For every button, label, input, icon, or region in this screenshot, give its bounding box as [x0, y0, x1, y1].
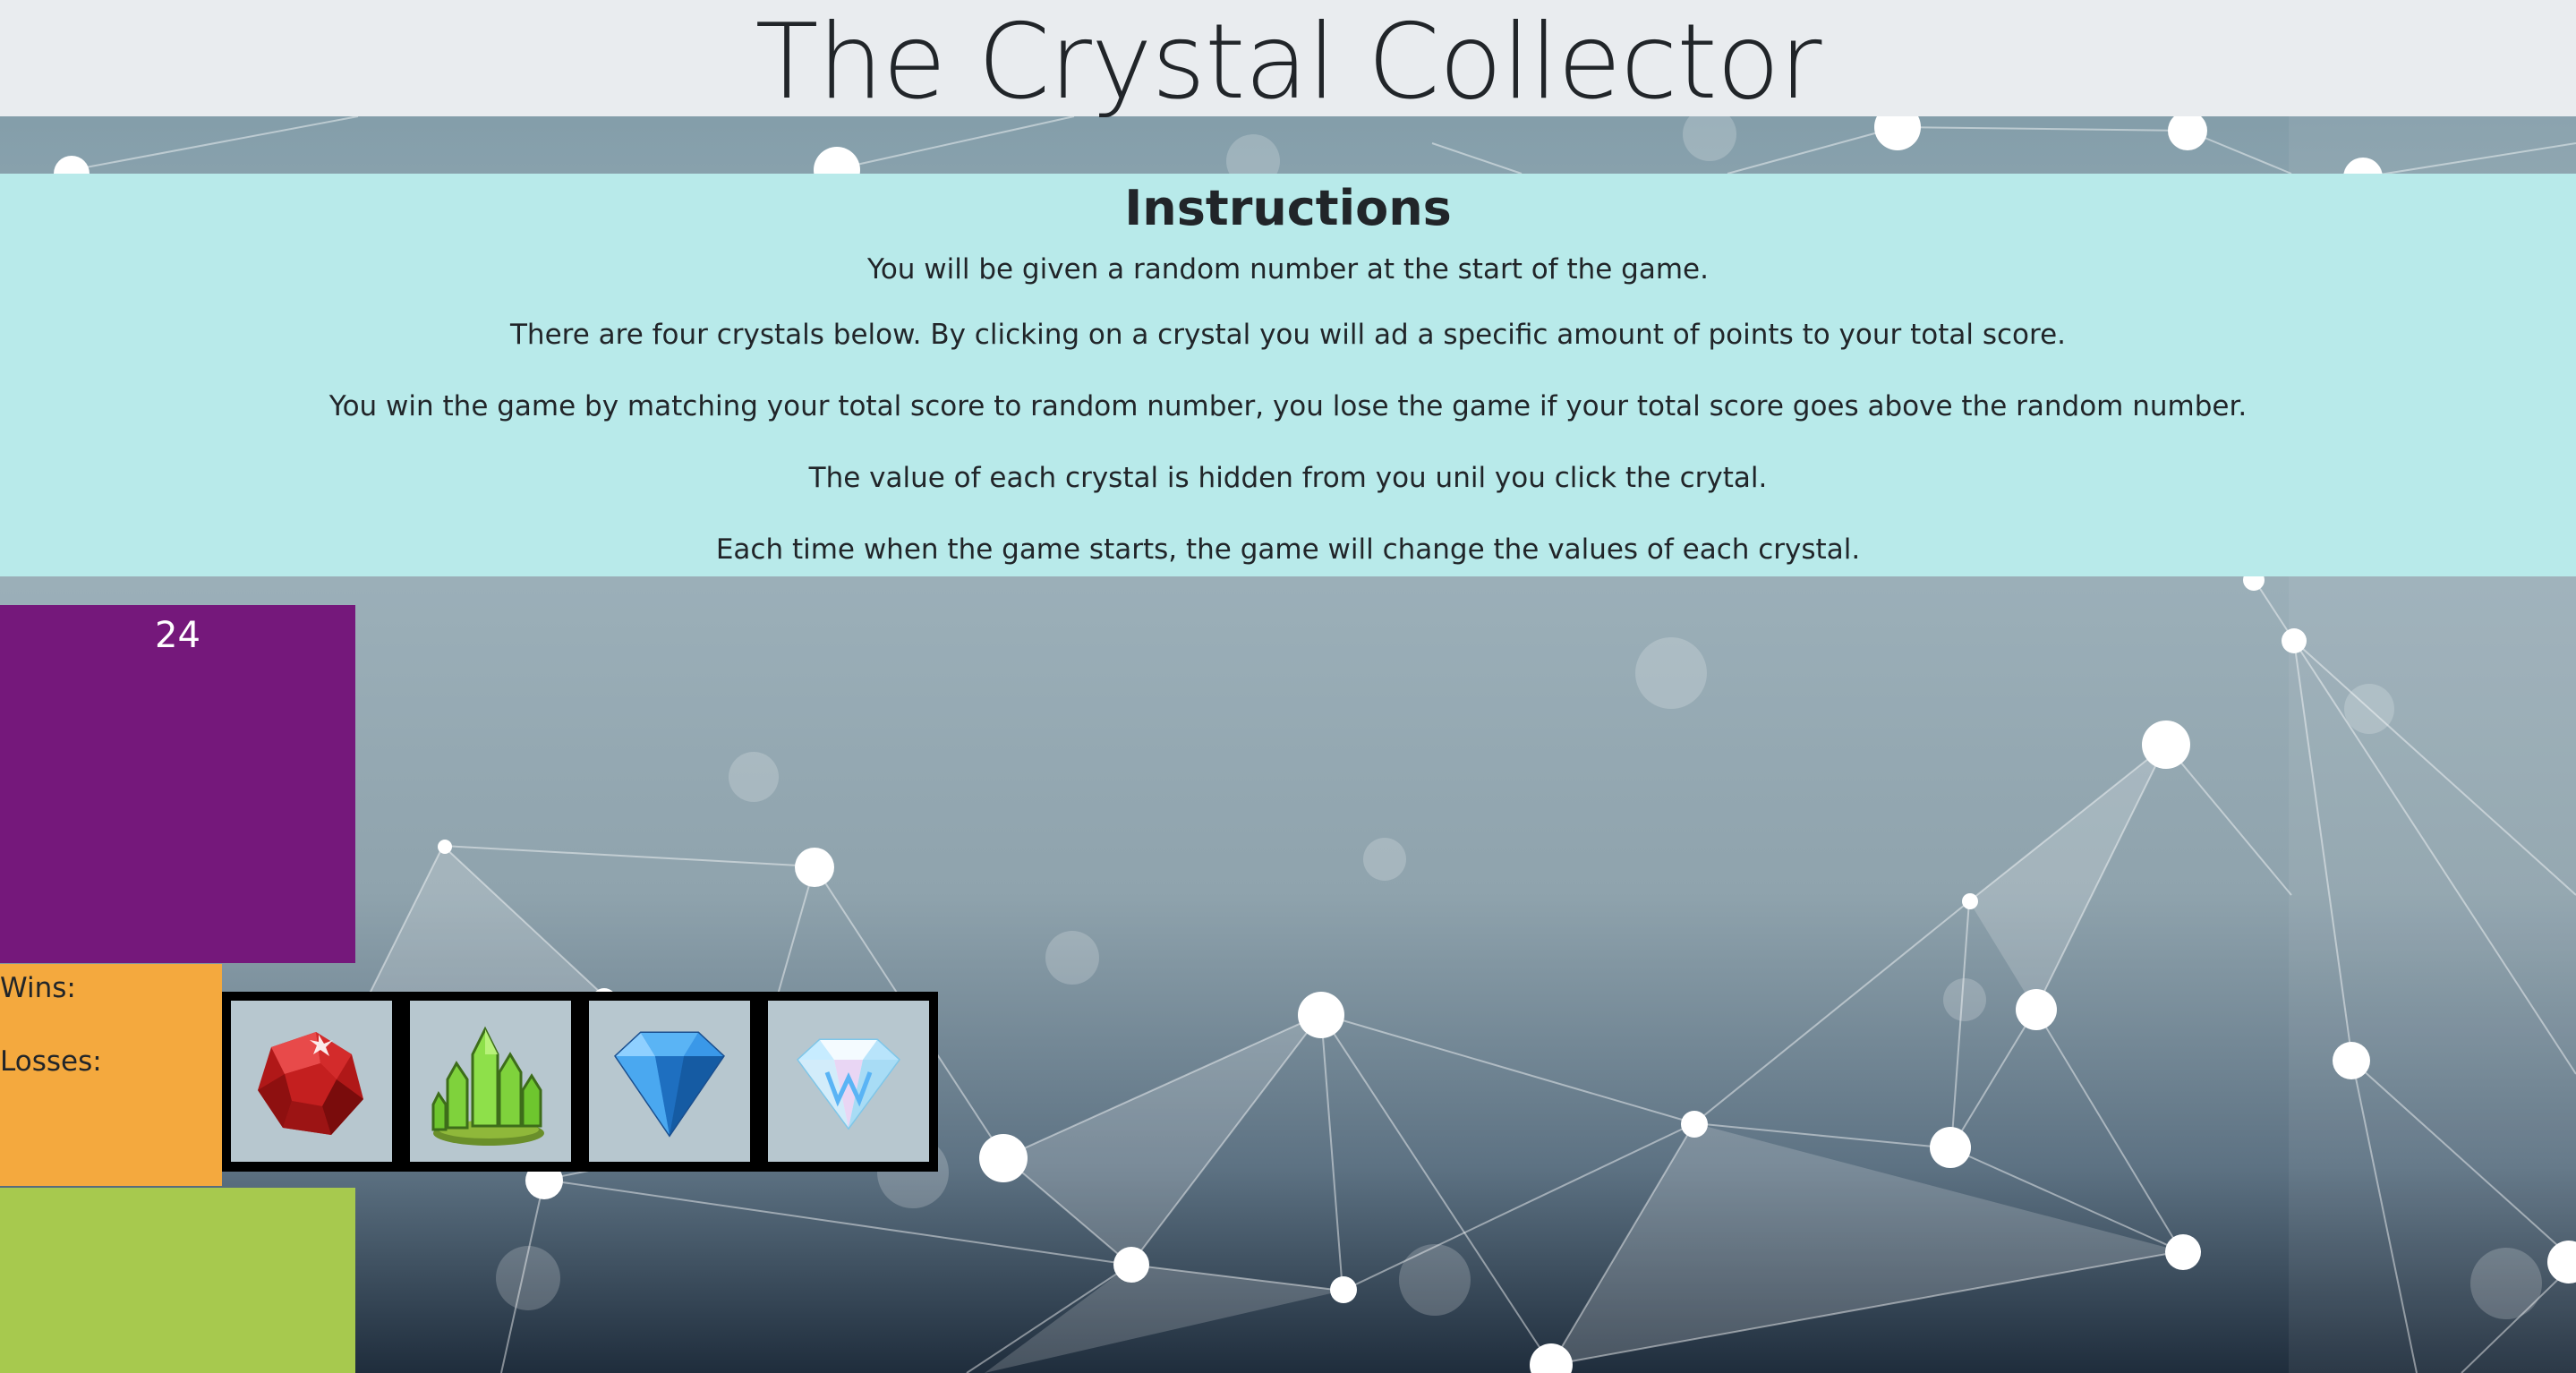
crystal-row [222, 992, 938, 1172]
instruction-line-4: The value of each crystal is hidden from… [808, 462, 1768, 494]
instruction-line-3: You win the game by matching your total … [328, 390, 2248, 422]
white-diamond-icon [768, 1001, 929, 1162]
crystal-button-white[interactable] [768, 1001, 929, 1162]
instructions-heading: Instructions [1124, 180, 1452, 236]
random-number-box: 24 [0, 605, 355, 963]
crystal-button-blue[interactable] [589, 1001, 750, 1162]
crystal-button-red[interactable] [231, 1001, 392, 1162]
green-crystal-cluster-icon [410, 1001, 571, 1162]
red-ruby-icon [231, 1001, 392, 1162]
blue-diamond-icon [589, 1001, 750, 1162]
page-title: The Crystal Collector [755, 2, 1822, 123]
wins-label: Wins: [0, 972, 76, 1004]
crystal-button-green[interactable] [410, 1001, 571, 1162]
instruction-line-1: You will be given a random number at the… [867, 253, 1709, 286]
instruction-line-2: There are four crystals below. By clicki… [509, 319, 2066, 351]
total-score-box [0, 1188, 355, 1373]
scoreboard: Wins: Losses: [0, 964, 222, 1186]
instruction-line-5: Each time when the game starts, the game… [715, 533, 1861, 566]
instructions-panel: Instructions You will be given a random … [0, 174, 2576, 576]
page-header: The Crystal Collector [0, 0, 2576, 123]
losses-label: Losses: [0, 1045, 102, 1078]
random-number: 24 [155, 615, 200, 656]
